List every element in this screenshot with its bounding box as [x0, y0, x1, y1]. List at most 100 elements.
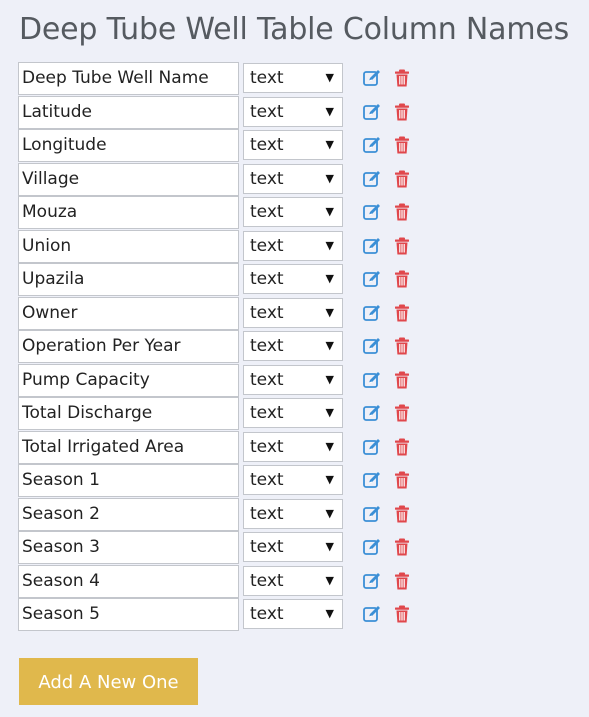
column-type-value: text — [250, 369, 284, 390]
column-name-input[interactable]: Owner — [18, 296, 239, 330]
column-type-value: text — [250, 336, 284, 356]
caret-down-icon: ▼ — [325, 372, 334, 386]
column-name-input[interactable]: Longitude — [18, 129, 239, 162]
trash-icon[interactable] — [392, 370, 412, 390]
column-type-select[interactable]: text ▼ — [243, 431, 343, 462]
column-row: Season 3 text ▼ — [18, 531, 438, 565]
edit-icon[interactable] — [362, 470, 382, 490]
caret-down-icon: ▼ — [325, 540, 334, 553]
trash-icon[interactable] — [392, 202, 412, 222]
edit-icon[interactable] — [362, 135, 382, 155]
trash-icon[interactable] — [392, 236, 412, 256]
edit-icon[interactable] — [362, 504, 382, 524]
edit-icon[interactable] — [362, 437, 382, 457]
trash-icon[interactable] — [392, 269, 412, 289]
trash-icon[interactable] — [392, 403, 412, 423]
column-type-select[interactable]: text ▼ — [243, 565, 343, 596]
column-type-select[interactable]: text ▼ — [243, 63, 343, 93]
column-type-value: text — [250, 269, 284, 289]
caret-down-icon: ▼ — [325, 104, 334, 118]
caret-down-icon: ▼ — [325, 205, 334, 218]
trash-icon[interactable] — [392, 102, 412, 122]
column-name-input[interactable]: Deep Tube Well Name — [18, 62, 239, 95]
trash-icon[interactable] — [392, 604, 412, 624]
edit-icon[interactable] — [362, 403, 382, 423]
trash-icon[interactable] — [392, 537, 412, 557]
column-type-value: text — [250, 470, 284, 490]
column-name-input[interactable]: Season 5 — [18, 598, 239, 631]
caret-down-icon: ▼ — [325, 138, 334, 151]
trash-icon[interactable] — [392, 68, 412, 88]
column-name-input[interactable]: Season 1 — [18, 464, 239, 497]
edit-icon[interactable] — [362, 102, 382, 122]
caret-down-icon: ▼ — [325, 406, 334, 419]
page-title: Deep Tube Well Table Column Names — [19, 12, 570, 47]
add-new-button[interactable]: Add A New One — [19, 658, 198, 705]
trash-icon[interactable] — [392, 303, 412, 323]
edit-icon[interactable] — [362, 68, 382, 88]
trash-icon[interactable] — [392, 169, 412, 189]
page: Deep Tube Well Table Column Names Deep T… — [0, 0, 589, 717]
column-type-select[interactable]: text ▼ — [243, 264, 343, 294]
caret-down-icon: ▼ — [325, 339, 334, 352]
column-type-select[interactable]: text ▼ — [243, 331, 343, 361]
column-row: Total Irrigated Area text ▼ — [18, 430, 438, 465]
column-type-select[interactable]: text ▼ — [243, 96, 343, 127]
column-type-select[interactable]: text ▼ — [243, 297, 343, 328]
column-name-input[interactable]: Union — [18, 229, 239, 263]
column-type-value: text — [250, 570, 284, 591]
trash-icon[interactable] — [392, 135, 412, 155]
column-type-value: text — [250, 503, 284, 524]
trash-icon[interactable] — [392, 571, 412, 591]
column-type-select[interactable]: text ▼ — [243, 364, 343, 395]
trash-icon[interactable] — [392, 504, 412, 524]
caret-down-icon: ▼ — [325, 506, 334, 520]
column-name-input[interactable]: Season 3 — [18, 531, 239, 564]
column-name-input[interactable]: Total Irrigated Area — [18, 430, 239, 464]
edit-icon[interactable] — [362, 303, 382, 323]
column-name-input[interactable]: Pump Capacity — [18, 363, 239, 397]
column-type-value: text — [250, 101, 284, 122]
column-name-input[interactable]: Mouza — [18, 196, 239, 229]
caret-down-icon: ▼ — [325, 238, 334, 252]
column-name-input[interactable]: Season 4 — [18, 564, 239, 598]
column-row: Longitude text ▼ — [18, 129, 438, 163]
column-type-select[interactable]: text ▼ — [243, 130, 343, 160]
caret-down-icon: ▼ — [325, 573, 334, 587]
trash-icon[interactable] — [392, 437, 412, 457]
column-type-select[interactable]: text ▼ — [243, 230, 343, 261]
edit-icon[interactable] — [362, 571, 382, 591]
edit-icon[interactable] — [362, 202, 382, 222]
column-name-input[interactable]: Latitude — [18, 95, 239, 129]
trash-icon[interactable] — [392, 336, 412, 356]
edit-icon[interactable] — [362, 236, 382, 256]
column-name-input[interactable]: Village — [18, 162, 239, 196]
column-type-select[interactable]: text ▼ — [243, 398, 343, 428]
column-type-select[interactable]: text ▼ — [243, 197, 343, 227]
column-type-select[interactable]: text ▼ — [243, 465, 343, 495]
edit-icon[interactable] — [362, 537, 382, 557]
edit-icon[interactable] — [362, 370, 382, 390]
column-row: Season 2 text ▼ — [18, 497, 438, 532]
column-type-value: text — [250, 68, 284, 88]
column-name-input[interactable]: Total Discharge — [18, 397, 239, 430]
column-type-select[interactable]: text ▼ — [243, 532, 343, 562]
caret-down-icon: ▼ — [325, 607, 334, 620]
column-row: Season 4 text ▼ — [18, 564, 438, 599]
edit-icon[interactable] — [362, 336, 382, 356]
caret-down-icon: ▼ — [325, 71, 334, 84]
column-name-input[interactable]: Upazila — [18, 263, 239, 296]
column-row: Mouza text ▼ — [18, 196, 438, 230]
edit-icon[interactable] — [362, 604, 382, 624]
column-name-input[interactable]: Season 2 — [18, 497, 239, 531]
trash-icon[interactable] — [392, 470, 412, 490]
column-type-value: text — [250, 135, 284, 155]
column-type-value: text — [250, 537, 284, 557]
edit-icon[interactable] — [362, 269, 382, 289]
edit-icon[interactable] — [362, 169, 382, 189]
column-type-value: text — [250, 302, 284, 323]
column-name-input[interactable]: Operation Per Year — [18, 330, 239, 363]
column-type-select[interactable]: text ▼ — [243, 498, 343, 529]
column-type-select[interactable]: text ▼ — [243, 599, 343, 629]
column-type-select[interactable]: text ▼ — [243, 163, 343, 194]
